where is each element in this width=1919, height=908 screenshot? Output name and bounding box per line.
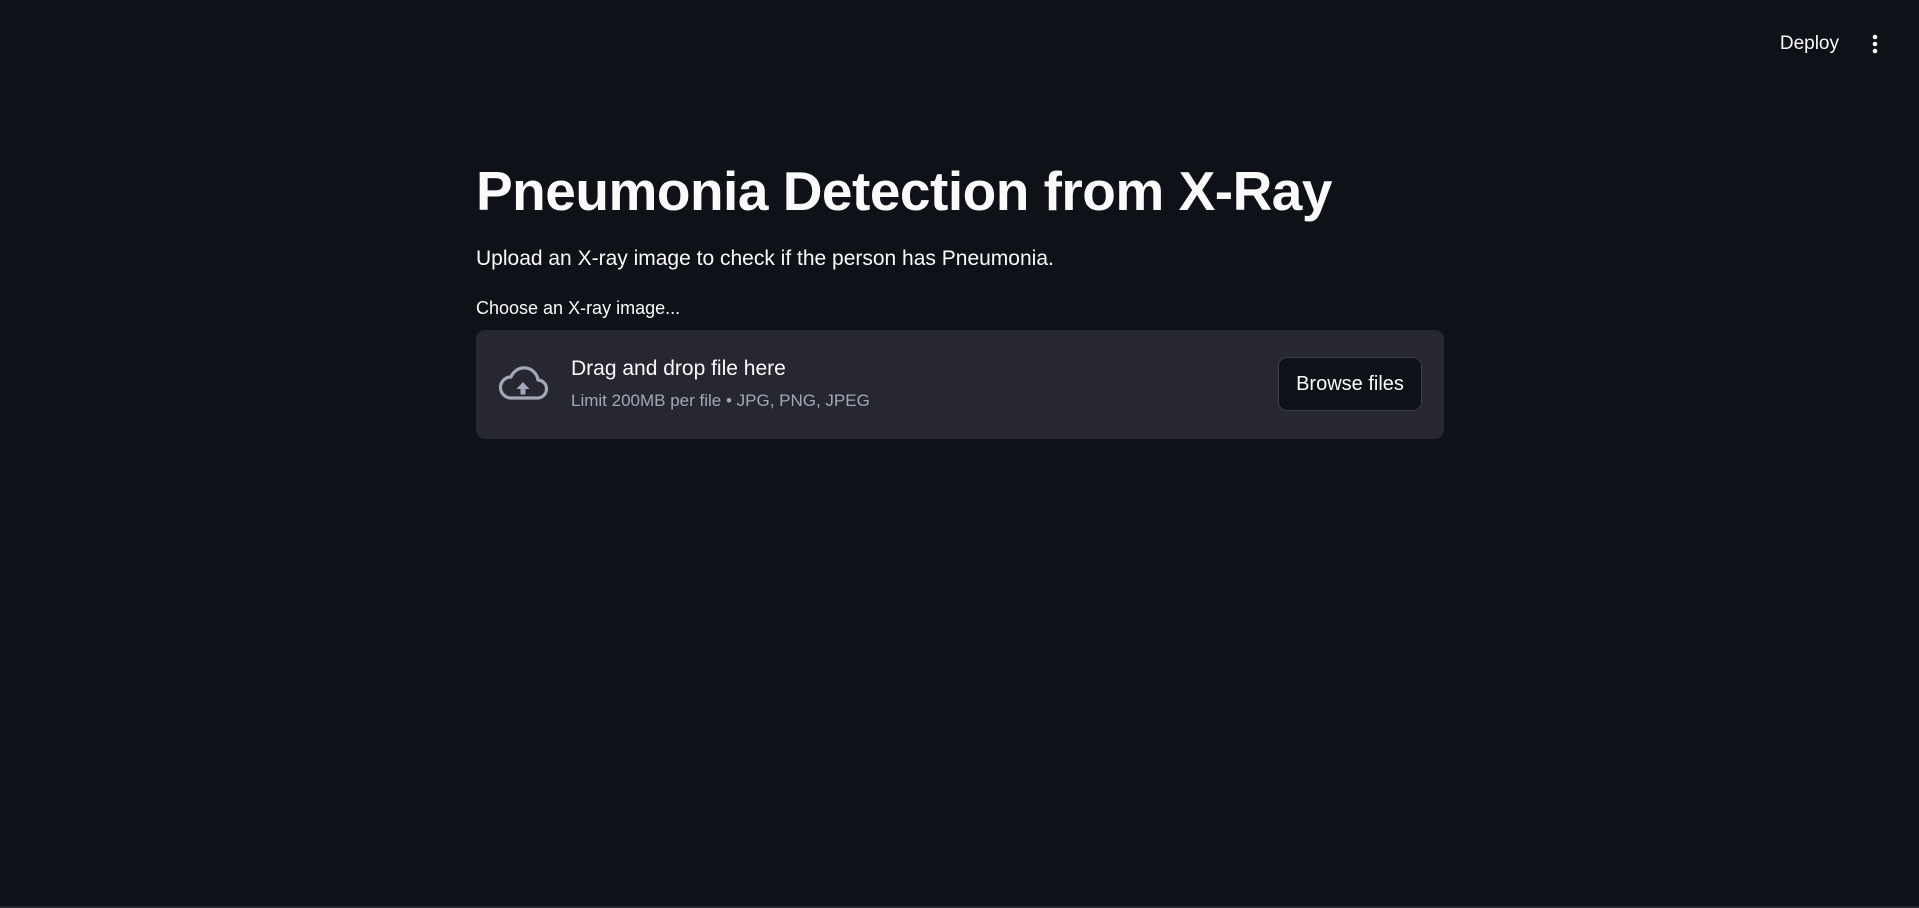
file-dropzone[interactable]: Drag and drop file here Limit 200MB per … [476,330,1444,439]
deploy-button[interactable]: Deploy [1770,28,1849,60]
dropzone-instructions: Drag and drop file here Limit 200MB per … [571,354,870,414]
main-content: Pneumonia Detection from X-Ray Upload an… [476,150,1444,439]
uploader-label: Choose an X-ray image... [476,298,681,318]
page-title: Pneumonia Detection from X-Ray [476,160,1332,222]
vertical-ellipsis-icon [1872,34,1878,54]
dropzone-title: Drag and drop file here [571,357,786,380]
cloud-upload-icon [498,366,549,400]
app-header: Deploy [0,0,1919,90]
browse-files-button[interactable]: Browse files [1278,357,1422,411]
main-menu-button[interactable] [1859,28,1891,60]
dropzone-limit-text: Limit 200MB per file • JPG, PNG, JPEG [571,391,870,410]
page-subtitle: Upload an X-ray image to check if the pe… [476,247,1054,270]
